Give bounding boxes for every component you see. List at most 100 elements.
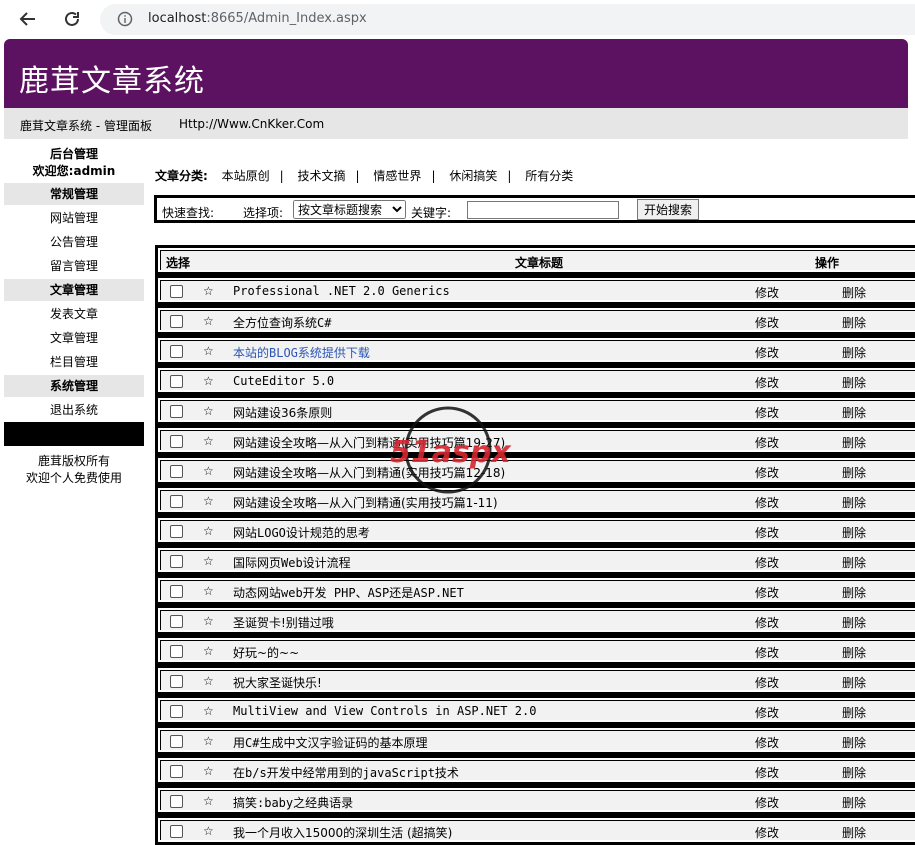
row-checkbox[interactable]: [170, 705, 183, 718]
edit-link[interactable]: 修改: [755, 284, 779, 301]
delete-link[interactable]: 删除: [842, 794, 866, 811]
delete-link[interactable]: 删除: [842, 584, 866, 601]
row-checkbox[interactable]: [170, 435, 183, 448]
category-all[interactable]: 所有分类: [525, 169, 573, 183]
category-tech[interactable]: 技术文摘: [298, 169, 346, 183]
article-title[interactable]: 好玩~的~~: [233, 644, 299, 661]
edit-link[interactable]: 修改: [755, 434, 779, 451]
edit-link[interactable]: 修改: [755, 614, 779, 631]
edit-link[interactable]: 修改: [755, 734, 779, 751]
edit-link[interactable]: 修改: [755, 674, 779, 691]
sidebar-item-notice-manage[interactable]: 公告管理: [4, 231, 144, 253]
row-checkbox[interactable]: [170, 495, 183, 508]
delete-link[interactable]: 删除: [842, 374, 866, 391]
article-title[interactable]: 我一个月收入15000的深圳生活 (超搞笑): [233, 824, 452, 841]
row-checkbox[interactable]: [170, 285, 183, 298]
article-title[interactable]: 圣诞贺卡!别错过哦: [233, 614, 334, 631]
sidebar-item-site-manage[interactable]: 网站管理: [4, 207, 144, 229]
category-emotion[interactable]: 情感世界: [373, 169, 421, 183]
table-row: ☆ 网站建设全攻略—从入门到精通(实用技巧篇1-11) 修改 删除: [155, 485, 915, 515]
delete-link[interactable]: 删除: [842, 404, 866, 421]
star-icon: ☆: [203, 524, 214, 538]
sidebar-item-logout[interactable]: 退出系统: [4, 399, 144, 421]
category-funny[interactable]: 休闲搞笑: [449, 169, 497, 183]
address-bar[interactable]: localhost:8665/Admin_Index.aspx: [100, 4, 915, 35]
sidebar-item-post-article[interactable]: 发表文章: [4, 303, 144, 325]
reload-button[interactable]: [59, 6, 85, 32]
delete-link[interactable]: 删除: [842, 464, 866, 481]
sidebar-item-article-manage[interactable]: 文章管理: [4, 327, 144, 349]
article-title[interactable]: MultiView and View Controls in ASP.NET 2…: [233, 704, 536, 718]
site-title: 鹿茸文章系统: [19, 64, 205, 99]
edit-link[interactable]: 修改: [755, 374, 779, 391]
row-checkbox[interactable]: [170, 645, 183, 658]
row-checkbox[interactable]: [170, 405, 183, 418]
article-title[interactable]: 国际网页Web设计流程: [233, 554, 351, 571]
search-type-select[interactable]: 按文章标题搜索: [293, 200, 406, 219]
back-button[interactable]: [15, 6, 41, 32]
row-checkbox[interactable]: [170, 525, 183, 538]
edit-link[interactable]: 修改: [755, 464, 779, 481]
delete-link[interactable]: 删除: [842, 524, 866, 541]
article-title[interactable]: CuteEditor 5.0: [233, 374, 334, 388]
delete-link[interactable]: 删除: [842, 434, 866, 451]
article-title[interactable]: 网站建设全攻略—从入门到精通(实用技巧篇1-11): [233, 494, 498, 511]
edit-link[interactable]: 修改: [755, 704, 779, 721]
delete-link[interactable]: 删除: [842, 764, 866, 781]
edit-link[interactable]: 修改: [755, 584, 779, 601]
keyword-input[interactable]: [467, 201, 619, 219]
sidebar-item-message-manage[interactable]: 留言管理: [4, 255, 144, 277]
article-title[interactable]: 网站建设36条原则: [233, 404, 332, 421]
start-search-button[interactable]: 开始搜索: [637, 199, 699, 220]
article-title[interactable]: 搞笑:baby之经典语录: [233, 794, 353, 811]
row-checkbox[interactable]: [170, 795, 183, 808]
row-checkbox[interactable]: [170, 675, 183, 688]
row-checkbox[interactable]: [170, 345, 183, 358]
edit-link[interactable]: 修改: [755, 494, 779, 511]
delete-link[interactable]: 删除: [842, 494, 866, 511]
delete-link[interactable]: 删除: [842, 554, 866, 571]
edit-link[interactable]: 修改: [755, 524, 779, 541]
article-title[interactable]: 用C#生成中文汉字验证码的基本原理: [233, 734, 427, 751]
article-title[interactable]: 网站建设全攻略—从入门到精通(实用技巧篇19-27): [233, 434, 505, 451]
edit-link[interactable]: 修改: [755, 314, 779, 331]
delete-link[interactable]: 删除: [842, 674, 866, 691]
delete-link[interactable]: 删除: [842, 644, 866, 661]
delete-link[interactable]: 删除: [842, 314, 866, 331]
sidebar-item-column-manage[interactable]: 栏目管理: [4, 351, 144, 373]
row-checkbox[interactable]: [170, 585, 183, 598]
edit-link[interactable]: 修改: [755, 824, 779, 841]
delete-link[interactable]: 删除: [842, 344, 866, 361]
article-title[interactable]: Professional .NET 2.0 Generics: [233, 284, 450, 298]
delete-link[interactable]: 删除: [842, 284, 866, 301]
edit-link[interactable]: 修改: [755, 404, 779, 421]
table-row: ☆ MultiView and View Controls in ASP.NET …: [155, 695, 915, 725]
article-title[interactable]: 网站LOGO设计规范的思考: [233, 524, 370, 541]
article-title[interactable]: 动态网站web开发 PHP、ASP还是ASP.NET: [233, 584, 464, 601]
delete-link[interactable]: 删除: [842, 734, 866, 751]
edit-link[interactable]: 修改: [755, 644, 779, 661]
category-original[interactable]: 本站原创: [222, 169, 270, 183]
article-title[interactable]: 全方位查询系统C#: [233, 314, 331, 331]
delete-link[interactable]: 删除: [842, 824, 866, 841]
category-label: 文章分类:: [155, 169, 208, 183]
edit-link[interactable]: 修改: [755, 764, 779, 781]
article-title[interactable]: 本站的BLOG系统提供下载: [233, 344, 370, 361]
delete-link[interactable]: 删除: [842, 704, 866, 721]
row-checkbox[interactable]: [170, 825, 183, 838]
article-title[interactable]: 在b/s开发中经常用到的javaScript技术: [233, 764, 459, 781]
edit-link[interactable]: 修改: [755, 554, 779, 571]
row-checkbox[interactable]: [170, 315, 183, 328]
article-title[interactable]: 祝大家圣诞快乐!: [233, 674, 322, 691]
row-checkbox[interactable]: [170, 555, 183, 568]
row-checkbox[interactable]: [170, 765, 183, 778]
row-checkbox[interactable]: [170, 375, 183, 388]
site-url-link[interactable]: Http://Www.CnKker.Com: [179, 117, 324, 131]
row-checkbox[interactable]: [170, 465, 183, 478]
row-checkbox[interactable]: [170, 735, 183, 748]
edit-link[interactable]: 修改: [755, 344, 779, 361]
article-title[interactable]: 网站建设全攻略—从入门到精通(实用技巧篇12-18): [233, 464, 505, 481]
edit-link[interactable]: 修改: [755, 794, 779, 811]
row-checkbox[interactable]: [170, 615, 183, 628]
delete-link[interactable]: 删除: [842, 614, 866, 631]
